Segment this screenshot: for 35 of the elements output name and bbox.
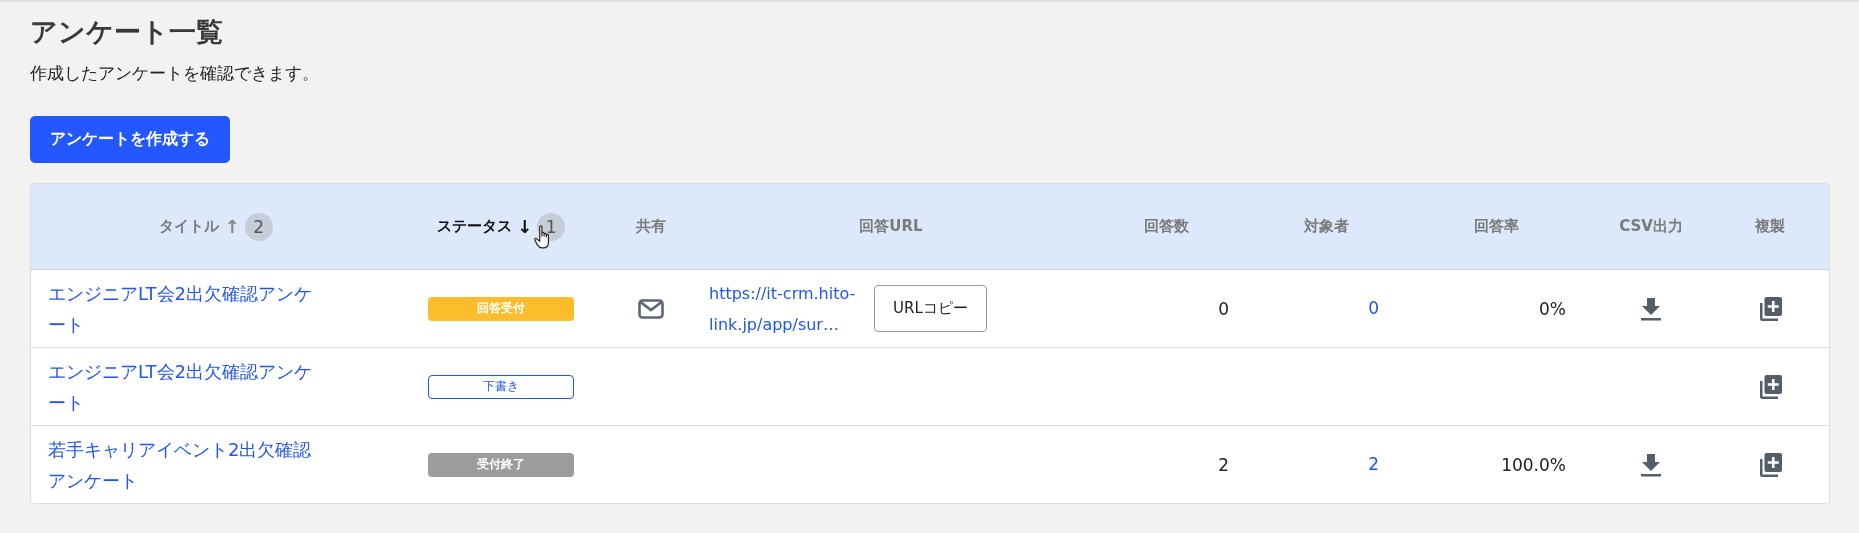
create-survey-button[interactable]: アンケートを作成する — [30, 116, 230, 163]
column-header[interactable]: 対象者 — [1303, 217, 1349, 236]
duplicate-icon[interactable] — [1758, 452, 1782, 477]
sort-order-badge: 2 — [244, 212, 273, 241]
response-rate: 100.0% — [1501, 454, 1566, 475]
column-header[interactable]: 回答数 — [1143, 217, 1189, 236]
duplicate-icon[interactable] — [1758, 374, 1782, 399]
status-badge: 回答受付 — [428, 296, 574, 321]
column-header[interactable]: 共有 — [636, 217, 666, 236]
column-header[interactable]: 回答率 — [1473, 217, 1519, 236]
sort-arrow[interactable]: ↓ — [516, 216, 533, 237]
target-count-link[interactable]: 0 — [1368, 293, 1379, 324]
response-count: 0 — [1218, 298, 1229, 319]
mail-icon[interactable] — [638, 298, 664, 319]
response-rate: 0% — [1539, 298, 1566, 319]
answer-url-link[interactable]: https://it-crm.hito-link.jp/app/sur… — [709, 277, 856, 340]
download-icon[interactable] — [1640, 452, 1662, 477]
column-header[interactable]: タイトル — [159, 217, 220, 236]
download-icon[interactable] — [1640, 296, 1662, 321]
survey-title-link[interactable]: 若手キャリアイベント2出欠確認アンケート — [48, 433, 320, 496]
sort-arrow[interactable]: ↑ — [224, 216, 240, 237]
target-count-link[interactable]: 2 — [1368, 449, 1379, 480]
column-header[interactable]: ステータス — [436, 217, 512, 236]
status-badge: 下書き — [428, 374, 574, 399]
status-badge: 受付終了 — [428, 452, 574, 477]
column-header[interactable]: CSV出力 — [1619, 217, 1683, 236]
survey-title-link[interactable]: エンジニアLT会2出欠確認アンケート — [48, 277, 320, 340]
response-count: 2 — [1218, 454, 1229, 475]
page-description: 作成したアンケートを確認できます。 — [30, 62, 320, 85]
page-title: アンケート一覧 — [30, 15, 224, 49]
duplicate-icon[interactable] — [1758, 296, 1782, 321]
survey-title-link[interactable]: エンジニアLT会2出欠確認アンケート — [48, 355, 320, 418]
column-header[interactable]: 複製 — [1755, 217, 1785, 236]
column-header[interactable]: 回答URL — [859, 217, 923, 236]
url-copy-button[interactable]: URLコピー — [874, 285, 987, 332]
